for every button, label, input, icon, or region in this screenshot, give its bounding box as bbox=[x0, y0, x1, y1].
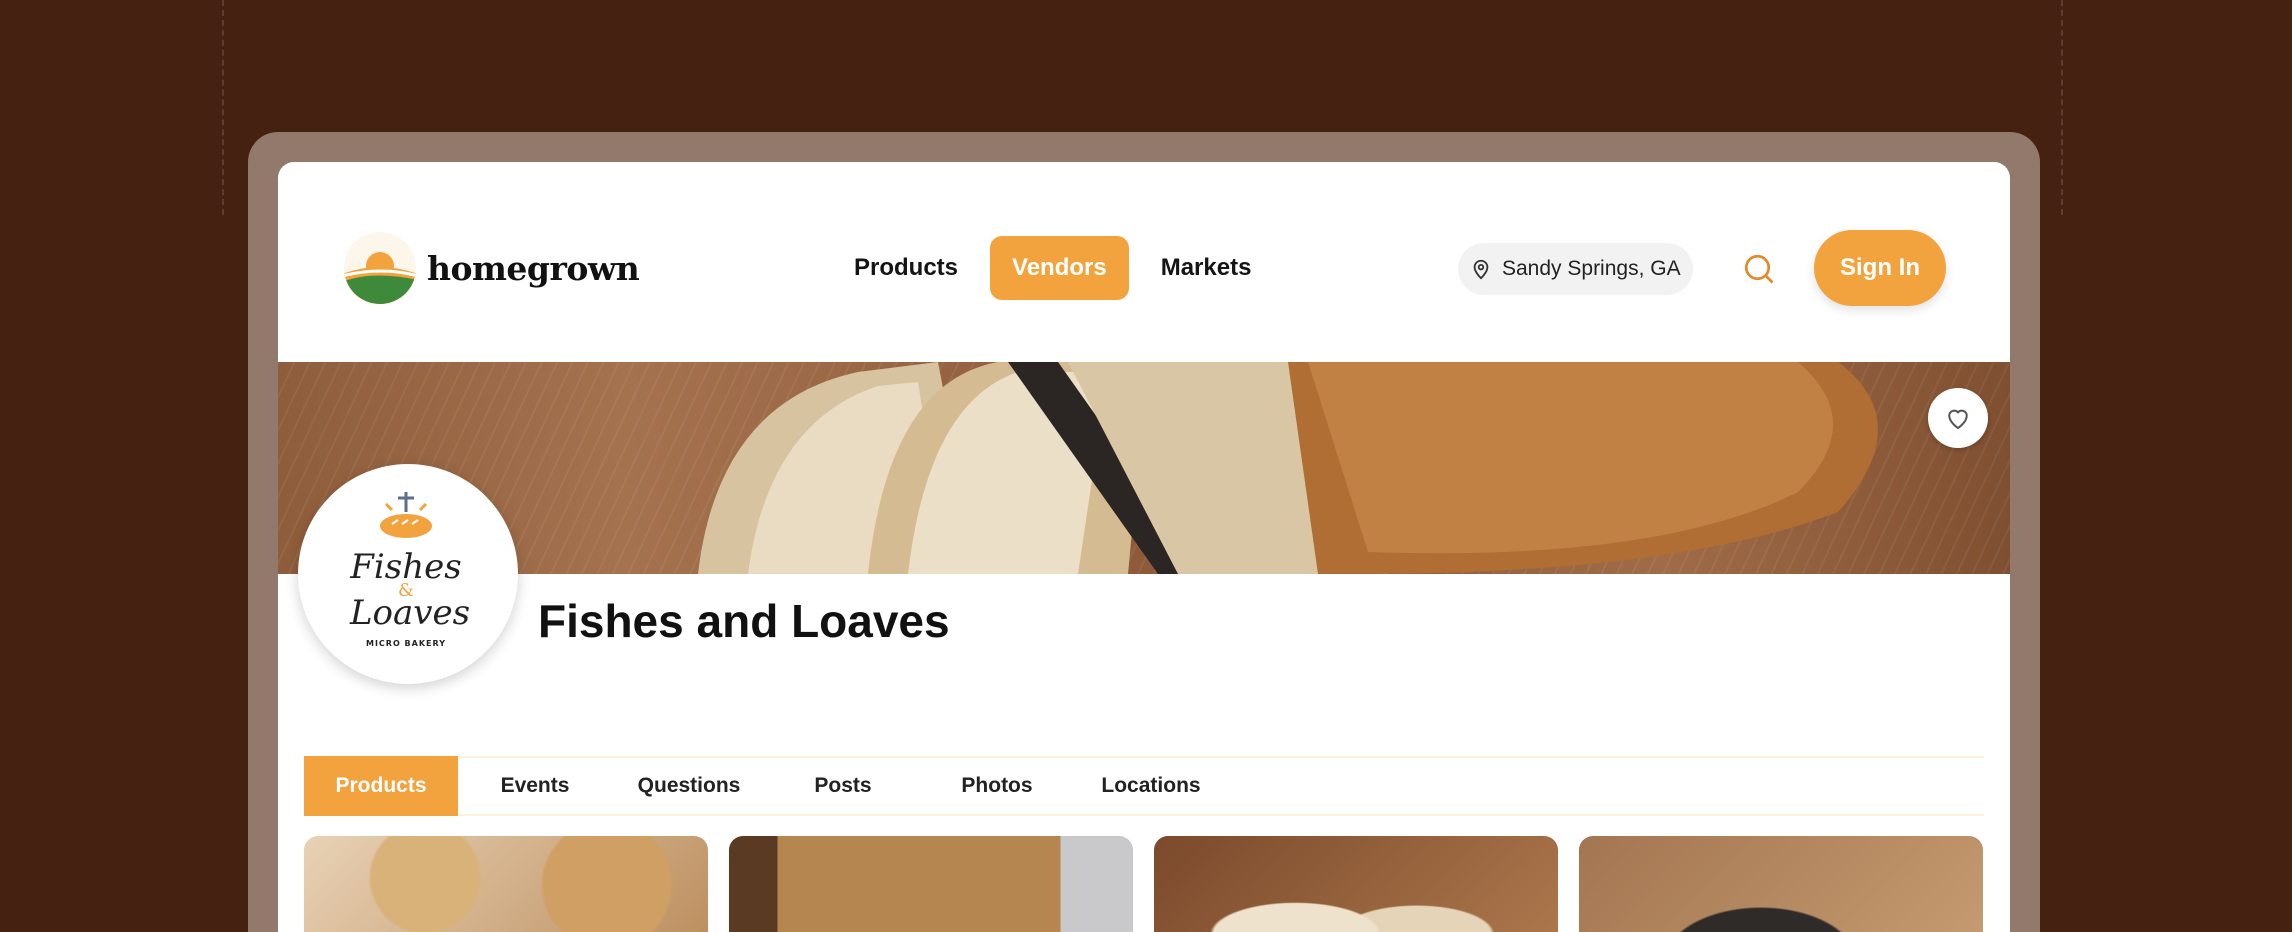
product-card-poppy-loaf[interactable] bbox=[1579, 836, 1983, 932]
guide-line-right bbox=[2061, 0, 2063, 215]
brand-logo[interactable]: homegrown bbox=[342, 230, 640, 306]
main-nav: Products Vendors Markets bbox=[832, 236, 1273, 300]
nav-markets[interactable]: Markets bbox=[1139, 236, 1274, 300]
search-icon[interactable] bbox=[1741, 251, 1777, 287]
bread-loaf-photo bbox=[698, 362, 1878, 574]
nav-products[interactable]: Products bbox=[832, 236, 980, 300]
vendor-logo: Fishes & Loaves MICRO BAKERY bbox=[298, 464, 518, 684]
product-card-sliced-bread[interactable] bbox=[1154, 836, 1558, 932]
tab-photos[interactable]: Photos bbox=[920, 756, 1074, 816]
heart-icon bbox=[1948, 409, 1968, 430]
vendor-banner-image bbox=[278, 362, 2010, 574]
logo-mark-icon bbox=[344, 232, 416, 304]
guide-line-left bbox=[222, 0, 224, 215]
sign-in-button[interactable]: Sign In bbox=[1814, 230, 1946, 306]
tab-events[interactable]: Events bbox=[458, 756, 612, 816]
vendor-tabs: Products Events Questions Posts Photos L… bbox=[304, 756, 1984, 816]
product-card-jar[interactable] bbox=[729, 836, 1133, 932]
browser-screen: homegrown Products Vendors Markets Sandy… bbox=[278, 162, 2010, 932]
logo-line2: Loaves bbox=[349, 593, 470, 633]
site-header: homegrown Products Vendors Markets Sandy… bbox=[278, 162, 2010, 362]
favorite-button[interactable] bbox=[1928, 388, 1988, 448]
vendor-logo-art: Fishes & Loaves MICRO BAKERY bbox=[349, 492, 470, 648]
tab-posts[interactable]: Posts bbox=[766, 756, 920, 816]
location-selector[interactable]: Sandy Springs, GA bbox=[1458, 243, 1693, 295]
nav-vendors[interactable]: Vendors bbox=[990, 236, 1129, 300]
tab-locations[interactable]: Locations bbox=[1074, 756, 1228, 816]
brand-name: homegrown bbox=[427, 248, 640, 288]
location-label: Sandy Springs, GA bbox=[1502, 257, 1681, 280]
logo-tagline: MICRO BAKERY bbox=[366, 639, 446, 648]
tab-products[interactable]: Products bbox=[304, 756, 458, 816]
map-pin-icon bbox=[1473, 259, 1489, 280]
vendor-name: Fishes and Loaves bbox=[538, 595, 950, 647]
tab-questions[interactable]: Questions bbox=[612, 756, 766, 816]
product-card-cookies[interactable] bbox=[304, 836, 708, 932]
